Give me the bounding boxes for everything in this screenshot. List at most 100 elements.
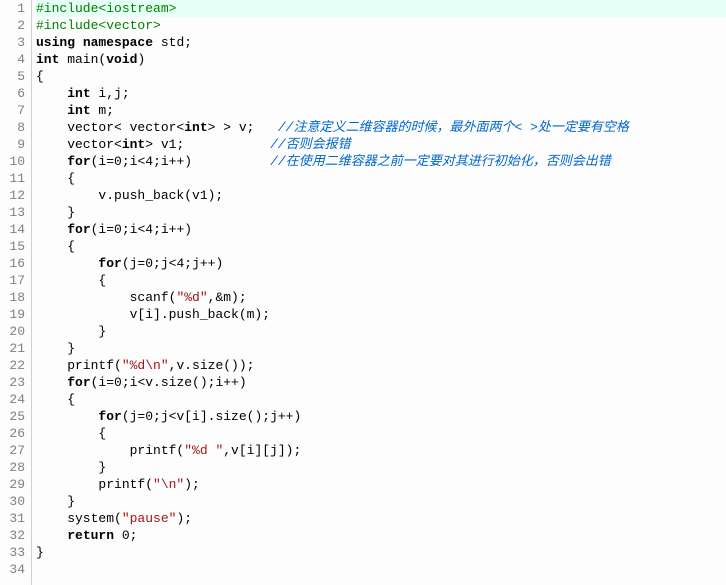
code-line[interactable]: #include<iostream> xyxy=(36,0,726,17)
line-number-gutter: 1234567891011121314151617181920212223242… xyxy=(0,0,32,585)
code-token: 0 xyxy=(145,409,153,424)
code-token: ); xyxy=(184,477,200,492)
code-line[interactable]: } xyxy=(36,493,726,510)
code-line[interactable]: printf("%d ",v[i][j]); xyxy=(36,442,726,459)
code-line[interactable]: printf("%d\n",v.size()); xyxy=(36,357,726,374)
code-line[interactable]: } xyxy=(36,323,726,340)
line-number: 1 xyxy=(0,0,25,17)
code-token xyxy=(36,86,67,101)
code-line[interactable]: } xyxy=(36,204,726,221)
code-token: { xyxy=(36,239,75,254)
code-line[interactable]: vector< vector<int> > v; //注意定义二维容器的时候，最… xyxy=(36,119,726,136)
code-line[interactable]: int i,j; xyxy=(36,85,726,102)
line-number: 19 xyxy=(0,306,25,323)
line-number: 10 xyxy=(0,153,25,170)
code-token: ;i++) xyxy=(153,154,270,169)
code-token: std; xyxy=(153,35,192,50)
code-token: #include<vector> xyxy=(36,18,161,33)
code-token: 0 xyxy=(145,256,153,271)
line-number: 7 xyxy=(0,102,25,119)
code-token: main( xyxy=(59,52,106,67)
line-number: 3 xyxy=(0,34,25,51)
code-line[interactable]: { xyxy=(36,238,726,255)
line-number: 9 xyxy=(0,136,25,153)
code-line[interactable]: printf("\n"); xyxy=(36,476,726,493)
code-line[interactable]: v[i].push_back(m); xyxy=(36,306,726,323)
code-line[interactable]: { xyxy=(36,272,726,289)
code-token: int xyxy=(122,137,145,152)
code-token: } xyxy=(36,324,106,339)
line-number: 29 xyxy=(0,476,25,493)
code-token: int xyxy=(67,86,90,101)
code-line[interactable]: { xyxy=(36,425,726,442)
code-token: (j= xyxy=(122,409,145,424)
code-token: 0 xyxy=(114,222,122,237)
code-line[interactable] xyxy=(36,561,726,578)
code-line[interactable]: } xyxy=(36,459,726,476)
code-token: printf( xyxy=(36,443,184,458)
code-line[interactable]: system("pause"); xyxy=(36,510,726,527)
code-token: { xyxy=(36,392,75,407)
code-line[interactable]: v.push_back(v1); xyxy=(36,187,726,204)
code-token: ;j<v[i].size();j++) xyxy=(153,409,301,424)
code-token: "pause" xyxy=(122,511,177,526)
code-line[interactable]: } xyxy=(36,544,726,561)
line-number: 24 xyxy=(0,391,25,408)
code-token: 4 xyxy=(145,154,153,169)
code-line[interactable]: scanf("%d",&m); xyxy=(36,289,726,306)
code-line[interactable]: using namespace std; xyxy=(36,34,726,51)
code-token: v.push_back(v1); xyxy=(36,188,223,203)
code-token: } xyxy=(36,205,75,220)
code-line[interactable]: { xyxy=(36,391,726,408)
code-line[interactable]: #include<vector> xyxy=(36,17,726,34)
code-line[interactable]: vector<int> v1; //否则会报错 xyxy=(36,136,726,153)
code-line[interactable]: { xyxy=(36,170,726,187)
code-token: ;i< xyxy=(122,154,145,169)
code-area[interactable]: #include<iostream> #include<vector>using … xyxy=(32,0,726,585)
line-number: 33 xyxy=(0,544,25,561)
code-token xyxy=(114,528,122,543)
code-token: v[i].push_back(m); xyxy=(36,307,270,322)
code-line[interactable]: for(i=0;i<4;i++) xyxy=(36,221,726,238)
code-token: ; xyxy=(130,528,138,543)
code-token: return xyxy=(67,528,114,543)
code-token: //在使用二维容器之前一定要对其进行初始化，否则会出错 xyxy=(270,154,611,169)
code-token: { xyxy=(36,171,75,186)
line-number: 14 xyxy=(0,221,25,238)
code-token: for xyxy=(67,154,90,169)
code-line[interactable]: } xyxy=(36,340,726,357)
line-number: 20 xyxy=(0,323,25,340)
code-token: (i= xyxy=(91,375,114,390)
line-number: 23 xyxy=(0,374,25,391)
line-number: 4 xyxy=(0,51,25,68)
code-line[interactable]: int main(void) xyxy=(36,51,726,68)
code-line[interactable]: { xyxy=(36,68,726,85)
line-number: 25 xyxy=(0,408,25,425)
code-token: //注意定义二维容器的时候，最外面两个< >处一定要有空格 xyxy=(278,120,629,135)
line-number: 15 xyxy=(0,238,25,255)
code-token: printf( xyxy=(36,358,122,373)
code-token: int xyxy=(67,103,90,118)
code-editor[interactable]: 1234567891011121314151617181920212223242… xyxy=(0,0,726,585)
code-token: ,v[i][j]); xyxy=(223,443,301,458)
code-token: 0 xyxy=(114,375,122,390)
code-token: int xyxy=(184,120,207,135)
code-line[interactable]: for(j=0;j<v[i].size();j++) xyxy=(36,408,726,425)
code-line[interactable]: for(i=0;i<v.size();i++) xyxy=(36,374,726,391)
code-line[interactable]: return 0; xyxy=(36,527,726,544)
line-number: 26 xyxy=(0,425,25,442)
code-token: ;j++) xyxy=(184,256,223,271)
line-number: 2 xyxy=(0,17,25,34)
line-number: 16 xyxy=(0,255,25,272)
code-token: > > v; xyxy=(208,120,278,135)
code-token: #include<iostream> xyxy=(36,1,176,16)
code-token: } xyxy=(36,341,75,356)
code-token: void xyxy=(106,52,137,67)
code-token: int xyxy=(36,52,59,67)
code-token: } xyxy=(36,545,44,560)
code-line[interactable]: for(j=0;j<4;j++) xyxy=(36,255,726,272)
code-line[interactable]: for(i=0;i<4;i++) //在使用二维容器之前一定要对其进行初始化，否… xyxy=(36,153,726,170)
code-line[interactable]: int m; xyxy=(36,102,726,119)
code-token: ,v.size()); xyxy=(169,358,255,373)
code-token: vector< xyxy=(36,137,122,152)
